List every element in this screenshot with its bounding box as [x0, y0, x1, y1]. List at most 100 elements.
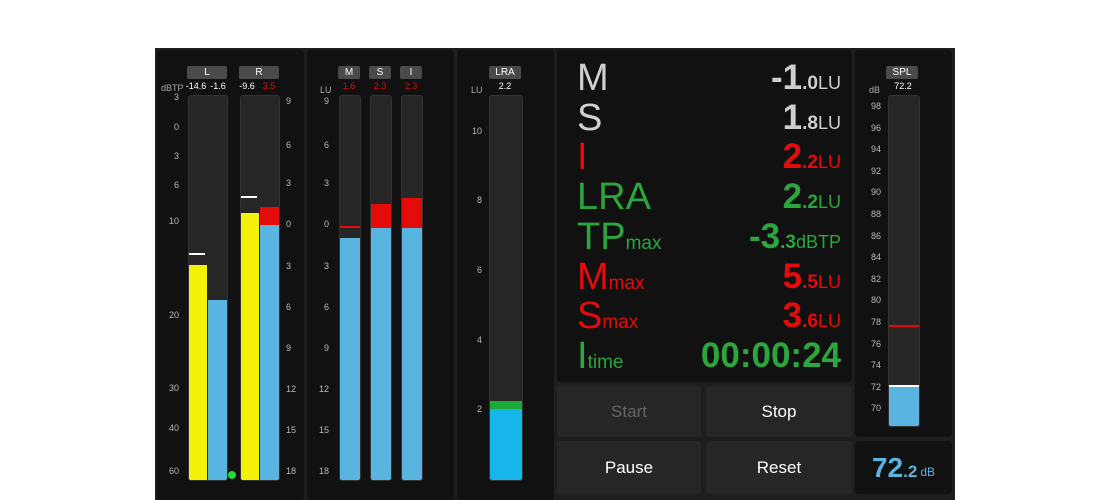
channel-label-l: L [187, 66, 227, 79]
readout-value-int: 1 [782, 97, 803, 137]
readout-value: 00:00:24 [701, 336, 841, 376]
tp-left-tick: 3 [173, 151, 179, 161]
readout-value-int: 5 [782, 256, 803, 296]
tp-left-tick: 60 [168, 466, 179, 476]
readout-label: I [577, 137, 588, 177]
spl-tick: 78 [870, 317, 881, 327]
readout-label-main: I [577, 136, 588, 179]
readout-value-unit: LU [817, 112, 841, 133]
lra-bar [489, 95, 523, 481]
s-value: 2.3 [373, 81, 387, 91]
spl-tick: 90 [870, 187, 881, 198]
readout-label-main: S [577, 295, 603, 338]
reset-button[interactable]: Reset [706, 441, 852, 494]
lu-tick: 6 [323, 302, 329, 312]
tp-right-tick: 6 [286, 140, 292, 150]
readout-row: TPmax -3.3dBTP [577, 217, 841, 257]
channel-label-s: S [369, 66, 391, 79]
s-over-fill [371, 203, 391, 229]
tp-left-tick: 40 [168, 423, 179, 433]
spl-tick: 98 [870, 101, 881, 111]
readout-label: S [577, 98, 602, 138]
readout-value-unit: LU [817, 192, 841, 213]
readout-label-main: S [577, 96, 603, 139]
tp-right-tick: 15 [286, 425, 297, 435]
l-loudness-fill [208, 299, 227, 480]
spl-fill [889, 387, 919, 426]
l-level-fill [189, 264, 207, 480]
start-button[interactable]: Start [557, 386, 701, 437]
lra-tick: 4 [476, 335, 482, 345]
readout-row: LRA 2.2LU [577, 177, 841, 217]
l-peak-value-1: -14.6 [185, 81, 207, 91]
lra-value: 2.2 [498, 81, 512, 91]
readout-row: Itime 00:00:24 [577, 336, 841, 376]
tp-left-tick: 6 [173, 180, 179, 190]
r-peak-hold-marker [241, 195, 257, 198]
loudness-msi-panel: M S I 1.6 2.3 2.3 LU 9 6 3 0 3 6 9 12 15 18 [307, 50, 454, 500]
lu-unit-label: LU [320, 85, 332, 95]
tp-left-tick: 3 [173, 92, 179, 102]
lra-panel: LRA 2.2 LU 10 8 6 4 2 [457, 50, 554, 500]
tp-right-tick: 12 [286, 384, 297, 394]
readout-row: Mmax 5.5LU [577, 257, 841, 297]
readout-row: I 2.2LU [577, 137, 841, 177]
pause-button[interactable]: Pause [557, 441, 701, 494]
lu-tick: 6 [323, 140, 329, 150]
i-value: 2.3 [404, 81, 418, 91]
spl-tick: 72 [870, 381, 881, 392]
readout-value-frac: .2 [802, 152, 818, 174]
r-peak-value-2: 3.5 [262, 81, 276, 91]
tp-right-tick: 18 [286, 466, 297, 476]
readout-label-sub: max [602, 312, 639, 334]
readout-label-main: I [577, 334, 588, 377]
readout-value-int: 00:00:24 [700, 335, 841, 375]
readout-value-int: 2 [782, 177, 803, 217]
l-channel-bar [188, 95, 228, 481]
readout-label: LRA [577, 177, 651, 217]
lu-tick: 9 [323, 96, 329, 106]
spl-tick: 74 [870, 360, 881, 371]
spl-tick: 70 [870, 403, 881, 414]
readout-value-int: 3 [782, 296, 803, 336]
spl-tick: 84 [870, 252, 881, 263]
signal-indicator [228, 471, 236, 479]
readout-value-unit: LU [817, 271, 841, 292]
lra-fill [490, 408, 522, 480]
spl-tick: 94 [870, 144, 881, 155]
m-bar [339, 95, 361, 481]
channel-label-m: M [338, 66, 360, 79]
readout-row: Smax 3.6LU [577, 296, 841, 336]
readout-label-main: M [577, 57, 609, 99]
lra-tick: 8 [476, 195, 482, 205]
readout-label-sub: max [608, 272, 645, 294]
i-over-fill [402, 197, 422, 229]
lra-tick: 2 [476, 404, 482, 414]
tp-right-tick: 9 [286, 96, 292, 106]
lu-tick: 15 [318, 425, 329, 435]
readout-label-main: LRA [577, 176, 651, 219]
tp-right-tick: 0 [286, 219, 292, 229]
readout-value-frac: .6 [802, 311, 818, 333]
spl-panel: SPL 72.2 dB 98 96 94 92 90 88 86 84 82 80 78 76 74 72… [855, 50, 952, 437]
spl-unit-label: dB [869, 85, 881, 95]
spl-tick: 96 [870, 122, 881, 133]
tp-right-tick: 3 [286, 261, 292, 271]
readout-label-sub: max [625, 232, 662, 254]
readout-label-sub: time [587, 351, 624, 373]
readouts-panel: M -1.0LU S 1.8LU I 2.2LU LRA 2.2LU TPmax -3.3dBTP… [557, 50, 852, 382]
stop-button[interactable]: Stop [706, 386, 852, 437]
readout-label-main: M [577, 255, 609, 298]
tp-left-tick: 20 [168, 310, 179, 320]
readout-value-unit: LU [817, 311, 841, 332]
tp-right-tick: 9 [286, 343, 292, 353]
tp-left-tick: 30 [168, 383, 179, 393]
spl-tick: 76 [870, 338, 881, 349]
spl-bar [888, 95, 920, 427]
readout-row: M -1.0LU [577, 58, 841, 98]
lu-tick: 12 [318, 384, 329, 394]
spl-chip: SPL [886, 66, 918, 79]
readout-value-unit: dBTP [795, 231, 841, 252]
r-level-fill [241, 213, 259, 480]
readout-label: Itime [577, 336, 623, 383]
